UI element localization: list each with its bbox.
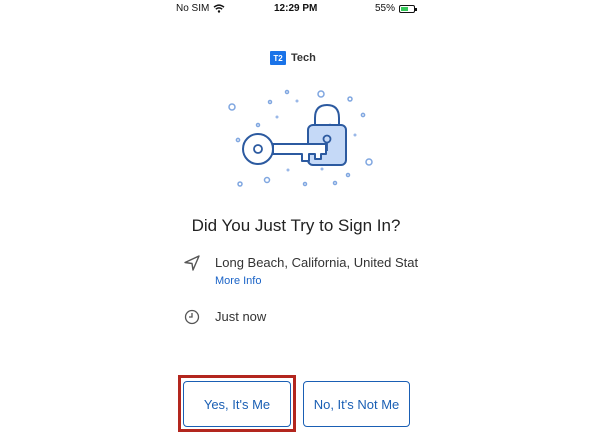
status-bar: No SIM 12:29 PM 55% [0, 0, 592, 18]
status-right: 55% [375, 3, 418, 14]
key-and-padlock-illustration [228, 89, 373, 187]
clock-icon [184, 309, 200, 325]
more-info-link[interactable]: More Info [215, 275, 425, 287]
location-row: Long Beach, California, United Stat More… [184, 255, 425, 287]
location-text: Long Beach, California, United Stat [215, 255, 419, 270]
time-row: Just now [184, 309, 266, 325]
battery-tip [415, 7, 418, 11]
status-time: 12:29 PM [274, 3, 318, 14]
battery-fill [401, 6, 408, 11]
yes-its-me-button[interactable]: Yes, It's Me [183, 381, 291, 427]
location-arrow-icon [184, 255, 200, 271]
no-its-not-me-button[interactable]: No, It's Not Me [303, 381, 410, 427]
brand-header: T2 Tech [270, 51, 316, 65]
page-title: Did You Just Try to Sign In? [191, 216, 401, 235]
battery-percent: 55% [375, 3, 396, 14]
location-details: Long Beach, California, United Stat More… [215, 255, 425, 287]
battery-charging-icon [399, 4, 418, 13]
status-left: No SIM [176, 3, 225, 14]
brand-logo: T2 [270, 51, 286, 65]
wifi-icon [213, 4, 225, 13]
brand-name: Tech [291, 52, 316, 64]
time-text: Just now [215, 309, 267, 324]
carrier-label: No SIM [176, 3, 210, 14]
